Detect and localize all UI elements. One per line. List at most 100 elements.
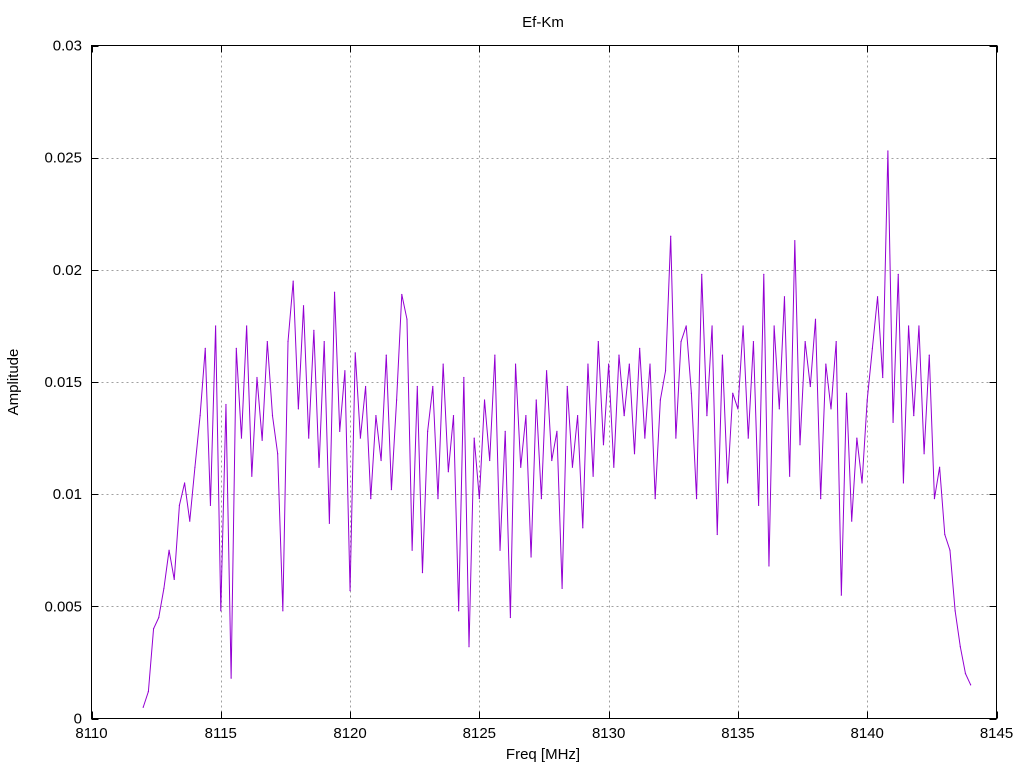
x-axis-label: Freq [MHz] [506,746,580,763]
data-point [452,415,455,417]
data-point [168,549,170,551]
x-tick-label: 8140 [851,725,884,742]
amplitude-chart: 8110 8115 8120 8125 8130 8135 8140 8145 00.0050… [5,14,1013,763]
x-tick-labels: 8110 8115 8120 8125 8130 8135 8140 8145 [75,725,1013,742]
data-point [939,466,941,468]
grid [91,45,997,719]
data-point [913,415,915,417]
data-point [333,291,336,293]
data-point [742,325,744,327]
data-point [556,430,558,432]
data-point [313,329,315,331]
data-point [747,437,749,439]
data-point [458,610,460,612]
data-point [944,533,946,536]
data-point [292,280,294,282]
data-point [716,533,718,536]
data-point [768,565,770,567]
data-point [773,325,775,327]
data-point [504,430,506,432]
data-point [246,325,248,327]
data-point [970,684,972,686]
data-point [287,341,289,343]
data-point [701,273,703,275]
data-point [892,421,894,423]
data-point [830,408,832,410]
x-tick-label: 8120 [333,725,366,742]
data-point [199,415,201,417]
data-point [499,549,501,551]
data-point [804,341,806,343]
data-point [799,444,801,446]
data-point [509,616,511,619]
data-point [618,354,620,356]
data-point [540,498,543,500]
data-point [695,498,698,500]
series-line [142,150,972,708]
data-point [566,385,568,388]
y-tick-label: 0.005 [44,598,82,615]
data-point [364,385,367,388]
data-point [359,437,362,439]
data-point [525,415,527,417]
data-point [225,403,227,406]
data-point [240,437,243,439]
data-point [421,572,424,574]
data-point [856,437,858,439]
data-point [344,370,346,372]
data-point [194,466,196,468]
data-point [297,408,299,410]
data-point [551,459,553,462]
data-point [189,520,191,522]
data-point [318,466,320,468]
chart-container: 8110 8115 8120 8125 8130 8135 8140 8145 0 0.005 0… [0,0,1024,768]
data-point [535,399,537,401]
data-point [158,616,160,619]
data-point [468,646,470,648]
data-point [907,325,910,327]
data-point [783,296,786,298]
data-point [670,235,672,237]
data-point [339,430,341,432]
data-point [582,527,584,529]
data-point [680,341,682,343]
data-point [375,415,377,417]
data-point [592,475,594,477]
data-point [789,475,791,477]
data-point [571,466,574,468]
data-point [385,354,387,356]
x-tick-label: 8125 [463,725,496,742]
data-point [142,706,144,708]
y-tick-label: 0.01 [53,486,82,503]
data-point [251,475,253,477]
data-point [954,610,956,612]
data-point [163,587,165,589]
data-point [675,437,677,439]
data-point [204,347,206,349]
x-tick-label: 8110 [75,725,107,742]
data-point [473,437,475,439]
data-point [427,430,429,432]
data-point [887,150,889,152]
data-point [545,370,548,372]
data-point [882,376,884,379]
data-point [282,610,284,612]
data-point [809,385,811,388]
data-point [840,594,842,596]
data-point [597,341,599,343]
data-point [483,399,486,401]
data-point [215,325,217,327]
data-point [861,482,863,484]
data-point [220,610,222,612]
data-point [649,363,651,365]
data-point [871,347,873,349]
data-point [437,498,439,500]
data-point [866,399,868,401]
y-tick-label: 0.03 [53,38,82,55]
data-point [494,354,496,356]
y-tick-label: 0 [74,711,82,728]
y-axis-label: Amplitude [5,349,22,416]
data-point [711,325,713,327]
data-point [354,352,356,354]
data-point [964,673,967,675]
